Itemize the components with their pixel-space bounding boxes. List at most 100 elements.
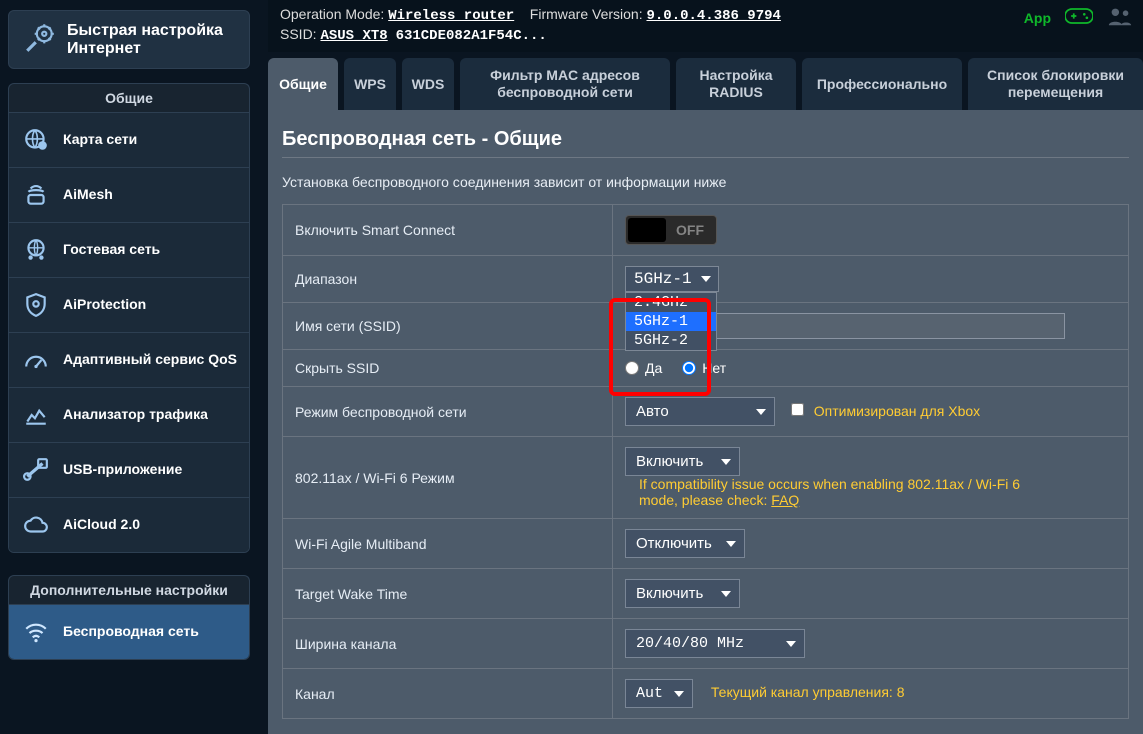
smart-connect-label: Включить Smart Connect — [283, 205, 613, 256]
band-dropdown-menu: 2.4GHz 5GHz-1 5GHz-2 — [625, 292, 717, 351]
tab-radius[interactable]: Настройка RADIUS — [676, 58, 796, 110]
gamepad-icon[interactable] — [1065, 6, 1093, 29]
hide-ssid-yes-radio[interactable] — [625, 361, 639, 375]
agile-select[interactable]: Отключить — [625, 529, 745, 558]
channel-label: Канал — [283, 669, 613, 719]
tab-bar: Общие WPS WDS Фильтр MAC адресов беспров… — [268, 58, 1143, 110]
row-channel: Канал Auto Текущий канал управления: 8 — [283, 669, 1129, 719]
tab-wds[interactable]: WDS — [402, 58, 454, 110]
sidebar-item-traffic-analyzer[interactable]: Анализатор трафика — [9, 387, 249, 442]
tab-professional[interactable]: Профессионально — [802, 58, 962, 110]
guest-network-icon[interactable] — [1107, 6, 1133, 29]
row-twt: Target Wake Time Включить — [283, 569, 1129, 619]
channel-select[interactable]: Auto — [625, 679, 693, 708]
mesh-router-icon — [21, 182, 51, 208]
gear-wrench-icon — [23, 21, 57, 58]
operation-mode-link[interactable]: Wireless router — [388, 8, 514, 24]
firmware-label: Firmware Version: — [530, 6, 643, 22]
app-link[interactable]: App — [1024, 10, 1051, 26]
toggle-state: OFF — [666, 222, 714, 238]
smart-connect-toggle[interactable]: OFF — [625, 215, 717, 245]
shield-icon — [21, 292, 51, 318]
sidebar-item-aicloud[interactable]: AiCloud 2.0 — [9, 497, 249, 552]
globe-people-icon — [21, 237, 51, 263]
sidebar-item-usb-app[interactable]: USB-приложение — [9, 442, 249, 497]
row-band: Диапазон 5GHz-1 2.4GHz 5GHz-1 5GHz-2 — [283, 256, 1129, 303]
cloud-icon — [21, 512, 51, 538]
sidebar: Быстрая настройка Интернет Общие Карта с… — [0, 0, 256, 734]
sidebar-item-label: Анализатор трафика — [63, 407, 208, 422]
sidebar-item-label: AiProtection — [63, 297, 146, 312]
content-pane: Беспроводная сеть - Общие Установка бесп… — [268, 110, 1143, 734]
ssid-mac: 631CDE082A1F54C... — [396, 28, 547, 44]
row-wireless-mode: Режим беспроводной сети Авто Оптимизиров… — [283, 387, 1129, 437]
operation-mode-label: Operation Mode: — [280, 6, 384, 22]
ssid-label: SSID: — [280, 26, 317, 42]
current-channel-note: Текущий канал управления: 8 — [711, 684, 905, 700]
wireless-settings-table: Включить Smart Connect OFF Диапазон 5GHz… — [282, 204, 1129, 719]
wifi6-label: 802.11ax / Wi-Fi 6 Режим — [283, 437, 613, 519]
sidebar-group-general: Карта сети AiMesh Гостевая сеть AiProtec… — [8, 112, 250, 553]
tab-wps[interactable]: WPS — [344, 58, 396, 110]
traffic-chart-icon — [21, 402, 51, 428]
sidebar-item-adaptive-qos[interactable]: Адаптивный сервис QoS — [9, 332, 249, 387]
row-channel-width: Ширина канала 20/40/80 MHz — [283, 619, 1129, 669]
firmware-version-link[interactable]: 9.0.0.4.386_9794 — [646, 8, 780, 24]
agile-label: Wi-Fi Agile Multiband — [283, 519, 613, 569]
radio-yes-label: Да — [645, 360, 662, 376]
row-smart-connect: Включить Smart Connect OFF — [283, 205, 1129, 256]
ssid-link[interactable]: ASUS_XT8 — [320, 28, 387, 44]
title-divider — [282, 157, 1129, 158]
sidebar-item-label: Гостевая сеть — [63, 242, 160, 257]
row-hide-ssid: Скрыть SSID Да Нет — [283, 350, 1129, 387]
sidebar-group-advanced: Беспроводная сеть — [8, 604, 250, 660]
gauge-icon — [21, 347, 51, 373]
band-label: Диапазон — [283, 256, 613, 303]
radio-no-label: Нет — [702, 360, 726, 376]
tab-general[interactable]: Общие — [268, 58, 338, 110]
wifi6-select[interactable]: Включить — [625, 447, 740, 476]
band-option-5ghz-1[interactable]: 5GHz-1 — [626, 312, 716, 331]
channel-width-label: Ширина канала — [283, 619, 613, 669]
band-option-5ghz-2[interactable]: 5GHz-2 — [626, 331, 716, 350]
sidebar-item-label: Карта сети — [63, 132, 137, 147]
wifi6-faq-link[interactable]: FAQ — [771, 492, 799, 508]
wifi-icon — [21, 619, 51, 645]
quick-internet-setup[interactable]: Быстрая настройка Интернет — [8, 10, 250, 69]
sidebar-item-aimesh[interactable]: AiMesh — [9, 167, 249, 222]
sidebar-item-network-map[interactable]: Карта сети — [9, 113, 249, 167]
page-title: Беспроводная сеть - Общие — [282, 128, 1129, 151]
wifi6-help-text: If compatibility issue occurs when enabl… — [639, 476, 1059, 508]
globe-pin-icon — [21, 127, 51, 153]
sidebar-item-label: USB-приложение — [63, 462, 182, 477]
sidebar-item-label: Адаптивный сервис QoS — [63, 352, 237, 367]
usb-icon — [21, 457, 51, 483]
toggle-knob — [628, 218, 666, 242]
xbox-optimized-checkbox[interactable] — [791, 403, 804, 416]
wireless-mode-select[interactable]: Авто — [625, 397, 775, 426]
sidebar-item-wireless[interactable]: Беспроводная сеть — [9, 605, 249, 659]
sidebar-item-guest-network[interactable]: Гостевая сеть — [9, 222, 249, 277]
sidebar-item-aiprotection[interactable]: AiProtection — [9, 277, 249, 332]
tab-mac-filter[interactable]: Фильтр MAC адресов беспроводной сети — [460, 58, 670, 110]
ssid-field-label: Имя сети (SSID) — [283, 303, 613, 350]
band-option-2-4ghz[interactable]: 2.4GHz — [626, 293, 716, 312]
wireless-mode-label: Режим беспроводной сети — [283, 387, 613, 437]
twt-label: Target Wake Time — [283, 569, 613, 619]
sidebar-item-label: AiMesh — [63, 187, 113, 202]
tab-roaming-block[interactable]: Список блокировки перемещения — [968, 58, 1143, 110]
band-select-wrapper: 5GHz-1 2.4GHz 5GHz-1 5GHz-2 — [625, 266, 719, 292]
page-header: Operation Mode: Wireless router Firmware… — [268, 0, 1143, 52]
hide-ssid-label: Скрыть SSID — [283, 350, 613, 387]
hide-ssid-no-radio[interactable] — [682, 361, 696, 375]
channel-width-select[interactable]: 20/40/80 MHz — [625, 629, 805, 658]
row-wifi6: 802.11ax / Wi-Fi 6 Режим Включить If com… — [283, 437, 1129, 519]
xbox-optimized-label: Оптимизирован для Xbox — [814, 403, 980, 419]
sidebar-item-label: Беспроводная сеть — [63, 624, 199, 639]
sidebar-header-advanced: Дополнительные настройки — [8, 575, 250, 604]
sidebar-item-label: AiCloud 2.0 — [63, 517, 140, 532]
twt-select[interactable]: Включить — [625, 579, 740, 608]
row-agile-multiband: Wi-Fi Agile Multiband Отключить — [283, 519, 1129, 569]
band-select[interactable]: 5GHz-1 — [625, 266, 719, 292]
page-description: Установка беспроводного соединения завис… — [282, 174, 1129, 190]
